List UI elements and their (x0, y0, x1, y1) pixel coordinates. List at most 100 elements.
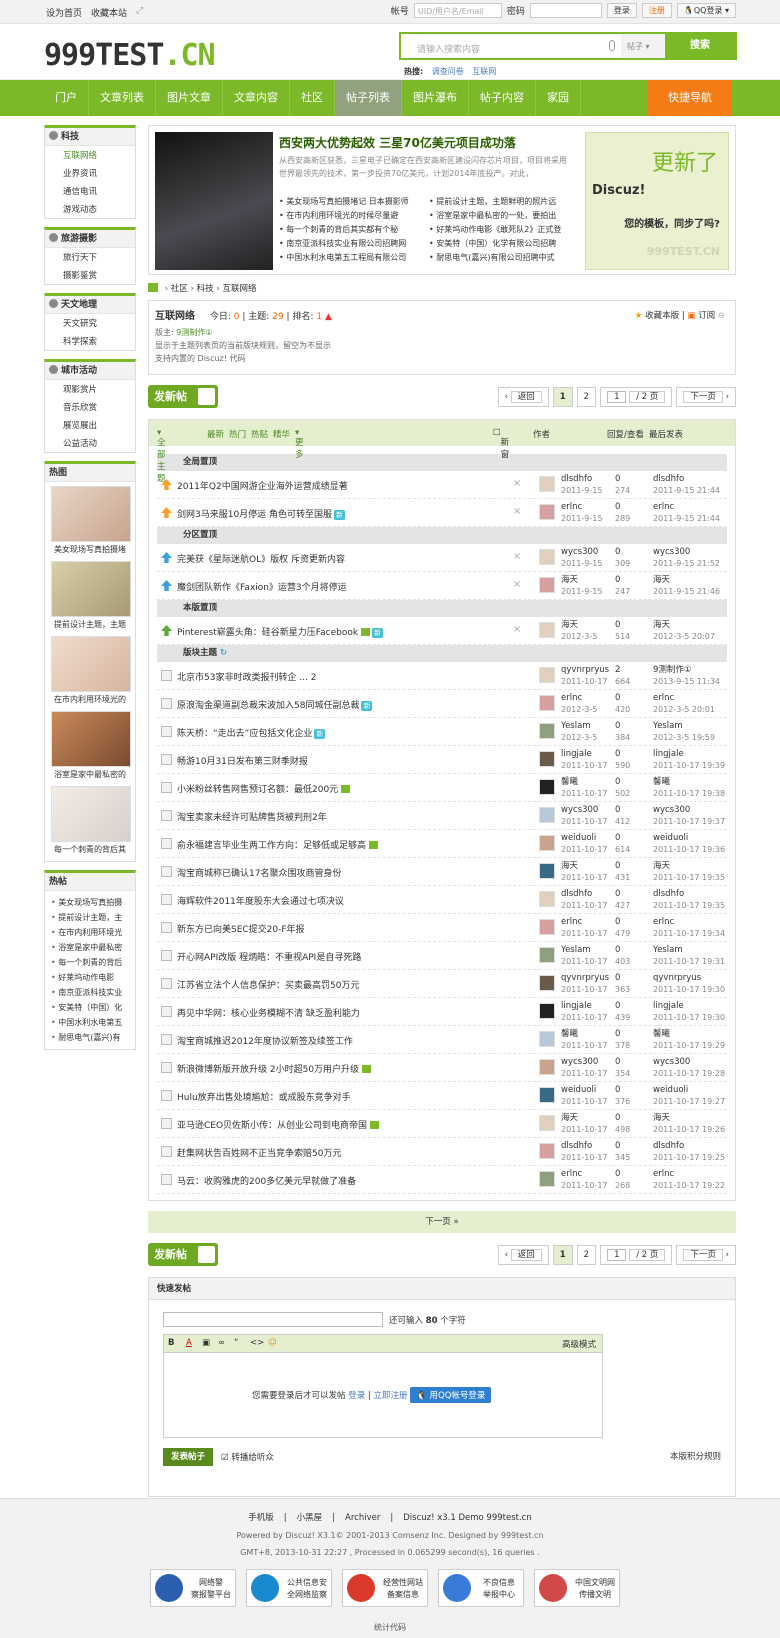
thread-author[interactable]: erlnc 2011-10-17 (561, 917, 608, 940)
sidebar-group-title[interactable]: 旅游摄影 (45, 230, 135, 248)
last-post[interactable]: dlsdhfo 2011-10-17 19:35 (653, 889, 725, 912)
thread-title[interactable]: Pinterest崭露头角：硅谷新星力压Facebook 新 (177, 625, 384, 638)
hot-picture-caption[interactable]: 美女现场写真拍摄堵 (51, 542, 129, 557)
site-logo[interactable]: 999TEST.CN (44, 38, 216, 73)
last-post[interactable]: dlsdhfo 2011-9-15 21:44 (653, 474, 720, 497)
page-2[interactable]: 2 (576, 1245, 597, 1265)
link-icon[interactable]: ∞ (218, 1338, 225, 1348)
thread-title[interactable]: 2011年Q2中国网游企业海外运营成绩显著 (177, 479, 348, 492)
set-homepage-link[interactable]: 设为首页 (46, 6, 82, 19)
sidebar-group-title[interactable]: 科技 (45, 128, 135, 146)
page-2[interactable]: 2 (576, 387, 597, 407)
thread-title[interactable]: Hulu放弃出售处境尴尬：或成股东竞争对手 (177, 1090, 351, 1103)
thread-title[interactable]: 完美获《星际迷航OL》版权 斥资更新内容 (177, 552, 345, 565)
hot-search-item[interactable]: 互联网 (472, 67, 496, 76)
thread-author[interactable]: 馨曦 2011-10-17 (561, 1029, 608, 1052)
qq-login-button[interactable]: 🐧 用QQ帐号登录 (410, 1387, 492, 1403)
bookmark-link[interactable]: 收藏本站 (91, 6, 127, 19)
nav-item[interactable]: 图片瀑布 (402, 80, 469, 116)
post-title-input[interactable] (163, 1312, 383, 1327)
nav-item[interactable]: 文章内容 (223, 80, 290, 116)
last-post[interactable]: lingjale 2011-10-17 19:39 (653, 749, 725, 772)
sidebar-group-title[interactable]: 天文地理 (45, 296, 135, 314)
avatar[interactable] (539, 807, 555, 823)
thread-author[interactable]: 海天 2011-10-17 (561, 1113, 608, 1136)
hot-picture-image[interactable] (51, 636, 131, 692)
avatar[interactable] (539, 1031, 555, 1047)
avatar[interactable] (539, 723, 555, 739)
last-post[interactable]: weiduoli 2011-10-17 19:27 (653, 1085, 725, 1108)
footer-badge[interactable]: 不良信息 举报中心 (438, 1569, 524, 1607)
hot-post-item[interactable]: 中国水利水电第五 (51, 1015, 129, 1030)
last-post[interactable]: wycs300 2011-10-17 19:28 (653, 1057, 725, 1080)
featured-link[interactable]: 浴室是家中最私密的一处，要拍出 (429, 208, 579, 222)
collapse-icon[interactable]: ⊖ (718, 311, 725, 321)
page-1[interactable]: 1 (552, 387, 573, 407)
password-input[interactable] (529, 3, 602, 18)
thread-author[interactable]: 海天 2012-3-5 (561, 620, 597, 643)
thread-title[interactable]: 马云：收购雅虎的200多亿美元早就做了准备 (177, 1174, 356, 1187)
fullscreen-icon[interactable]: ⤢ (136, 6, 143, 19)
last-post[interactable]: 海天 2011-10-17 19:35 (653, 861, 725, 884)
hot-picture-image[interactable] (51, 711, 131, 767)
thread-title[interactable]: 北京市53家非时政类报刊转企 ... 2 (177, 670, 316, 683)
thread-title[interactable]: 新东方已向美SEC提交20-F年报 (177, 922, 305, 935)
code-icon[interactable]: <> (250, 1338, 264, 1348)
avatar[interactable] (539, 975, 555, 991)
avatar[interactable] (539, 835, 555, 851)
thread-author[interactable]: wycs300 2011-9-15 (561, 547, 602, 570)
featured-link[interactable]: 安美特（中国）化学有限公司招聘 (429, 236, 579, 250)
thread-author[interactable]: wycs300 2011-10-17 (561, 805, 608, 828)
thread-author[interactable]: dlsdhfo 2011-10-17 (561, 889, 608, 912)
avatar[interactable] (539, 1087, 555, 1103)
footer-badge[interactable]: 网络警 察报警平台 (150, 1569, 236, 1607)
thread-title[interactable]: 新浪微博新版开放升级 2小时超50万用户升级 (177, 1062, 372, 1075)
last-post[interactable]: 海天 2011-9-15 21:46 (653, 575, 720, 598)
page-input[interactable]: 1 / 2 页 (600, 387, 673, 407)
last-post[interactable]: 海天 2011-10-17 19:26 (653, 1113, 725, 1136)
close-icon[interactable]: × (513, 551, 521, 562)
breadcrumb-item[interactable]: 科技 (197, 284, 214, 294)
thread-title[interactable]: 淘宝卖家未经许可贴牌售货被判刑2年 (177, 810, 327, 823)
featured-link[interactable]: 在市内利用环境光的时候尽量避 (279, 208, 429, 222)
last-post[interactable]: 馨曦 2011-10-17 19:29 (653, 1029, 725, 1052)
sidebar-item[interactable]: 观影赏片 (45, 380, 135, 398)
hot-picture-caption[interactable]: 在市内利用环境光的 (51, 692, 129, 707)
hot-search-item[interactable]: 调查问卷 (432, 67, 464, 76)
hot-picture-image[interactable] (51, 561, 131, 617)
microphone-icon[interactable] (609, 40, 615, 51)
thread-title[interactable]: 畅游10月31日发布第三财季财报 (177, 754, 308, 767)
register-link[interactable]: 立即注册 (374, 1391, 408, 1401)
avatar[interactable] (539, 667, 555, 683)
close-icon[interactable]: × (513, 579, 521, 590)
thread-author[interactable]: dlsdhfo 2011-9-15 (561, 474, 602, 497)
qq-login-button[interactable]: 🐧QQ登录 ▾ (676, 3, 736, 18)
footer-link[interactable]: Archiver (345, 1513, 380, 1523)
font-color-icon[interactable]: A (186, 1338, 192, 1348)
quote-icon[interactable]: “ (234, 1338, 238, 1348)
hot-post-item[interactable]: 在市内利用环境光 (51, 925, 129, 940)
sidebar-item[interactable]: 通信电讯 (45, 182, 135, 200)
last-post[interactable]: weiduoli 2011-10-17 19:36 (653, 833, 725, 856)
avatar[interactable] (539, 577, 555, 593)
avatar[interactable] (539, 863, 555, 879)
thread-title[interactable]: 江苏省立法个人信息保护：买卖最高罚50万元 (177, 978, 359, 991)
nav-item[interactable]: 帖子内容 (469, 80, 536, 116)
thread-author[interactable]: lingjale 2011-10-17 (561, 749, 608, 772)
thread-author[interactable]: qyvnrpryus 2011-10-17 (561, 665, 609, 688)
last-post[interactable]: wycs300 2011-10-17 19:37 (653, 805, 725, 828)
new-window-checkbox[interactable]: ☐ 新窗 (493, 428, 509, 460)
quick-nav-button[interactable]: 快捷导航 (648, 80, 732, 116)
avatar[interactable] (539, 1171, 555, 1187)
sidebar-item[interactable]: 天文研究 (45, 314, 135, 332)
collapse-icon[interactable] (49, 365, 58, 374)
sidebar-item[interactable]: 公益活动 (45, 434, 135, 452)
thread-title[interactable]: 剑网3马来服10月停运 角色可转至国服新 (177, 507, 346, 520)
thread-author[interactable]: weiduoli 2011-10-17 (561, 833, 608, 856)
reply-column-header[interactable]: 回复/查看 (607, 428, 644, 440)
avatar[interactable] (539, 476, 555, 492)
hot-picture[interactable]: 在市内利用环境光的 (51, 636, 131, 707)
hot-picture[interactable]: 提前设计主题，主题 (51, 561, 131, 632)
close-icon[interactable]: × (513, 624, 521, 635)
thread-title[interactable]: 俞永福建言毕业生两工作方向：足够低或足够高 (177, 838, 379, 851)
